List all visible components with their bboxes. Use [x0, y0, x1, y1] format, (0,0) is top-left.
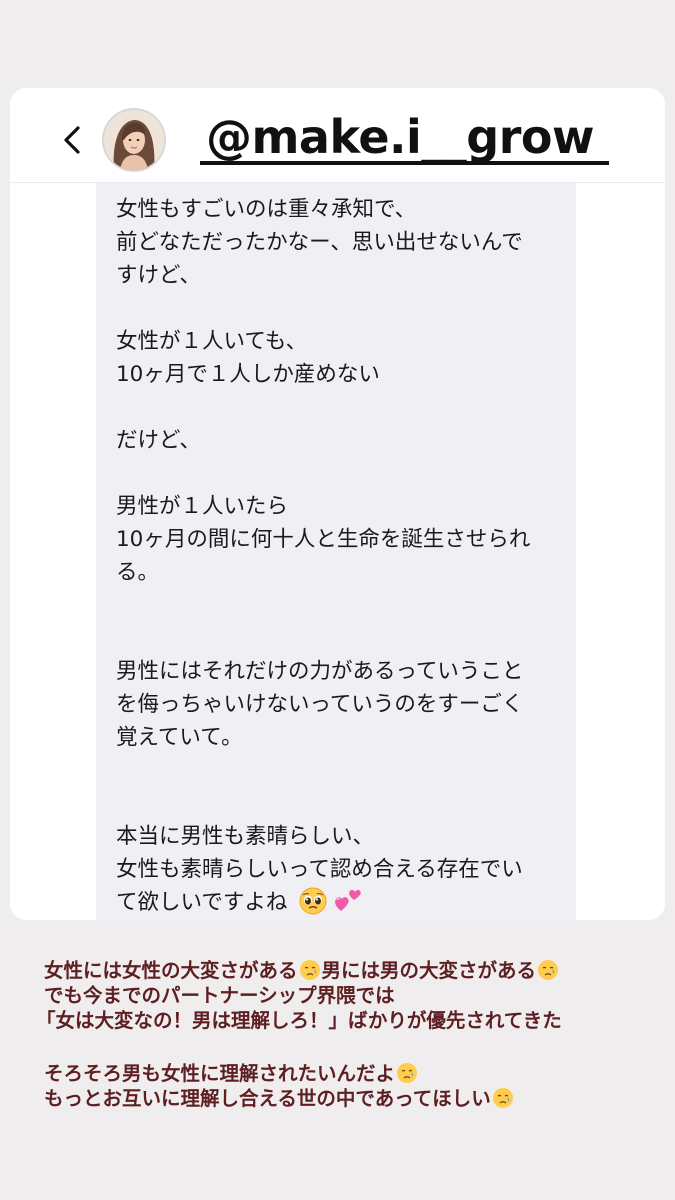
chevron-left-icon	[64, 126, 80, 154]
message-line: 女性もすごいのは重々承知で、	[116, 197, 417, 222]
caption-line: 女性には女性の大変さがある 男には男の大変さがある	[44, 958, 644, 983]
message-line: だけど、	[116, 428, 201, 453]
caption-line: もっとお互いに理解し合える世の中であってほしい	[44, 1086, 644, 1111]
message-line: 男性が１人いたら	[116, 494, 289, 519]
two-hearts-icon	[335, 889, 361, 911]
message-end-emojis	[298, 885, 364, 917]
account-handle[interactable]: @make.i__grow	[206, 114, 594, 160]
story-page: @make.i__grow 女性もすごいのは重々承知で、 前どなただったかなー、…	[0, 0, 675, 1200]
crying-face-icon	[538, 960, 559, 980]
avatar-photo-icon	[104, 110, 164, 170]
message-line: て欲しいですよね	[116, 890, 288, 915]
caption-text: 女性には女性の大変さがある	[44, 959, 298, 982]
caption-line: 「女は大変なの！男は理解しろ！」ばかりが優先されてきた	[36, 1009, 562, 1032]
pleading-face-icon	[299, 887, 327, 915]
message-line: 女性が１人いても、	[116, 329, 308, 354]
crying-face-icon	[492, 1088, 513, 1108]
message-line: 覚えていて。	[116, 725, 243, 750]
caption-line: でも今までのパートナーシップ界隈では	[44, 984, 395, 1007]
message-line: 10ヶ月で１人しか産めない	[116, 362, 380, 387]
crying-face-icon	[299, 960, 320, 980]
message-line: 前どなただったかなー、思い出せないんで	[116, 230, 523, 255]
caption-text: もっとお互いに理解し合える世の中であってほしい	[44, 1087, 491, 1110]
message-line: を侮っちゃいけないっていうのをすーごく	[116, 692, 524, 717]
message-line: すけど、	[116, 263, 201, 288]
crying-face-icon	[397, 1063, 418, 1083]
back-button[interactable]	[54, 120, 94, 160]
caption-line: そろそろ男も女性に理解されたいんだよ	[44, 1061, 644, 1086]
profile-avatar[interactable]	[102, 108, 166, 172]
message-line: 本当に男性も素晴らしい、	[116, 824, 375, 849]
handle-underline	[200, 161, 609, 165]
caption-text: 男には男の大変さがある	[321, 959, 537, 982]
message-line: 10ヶ月の間に何十人と生命を誕生させられ	[116, 527, 531, 552]
message-line: 女性も素晴らしいって認め合える存在でい	[116, 857, 523, 882]
caption-text: そろそろ男も女性に理解されたいんだよ	[44, 1062, 396, 1085]
message-line: る。	[116, 560, 160, 585]
message-line: 男性にはそれだけの力があるっていうこと	[116, 659, 524, 684]
chat-header: @make.i__grow	[10, 100, 665, 183]
